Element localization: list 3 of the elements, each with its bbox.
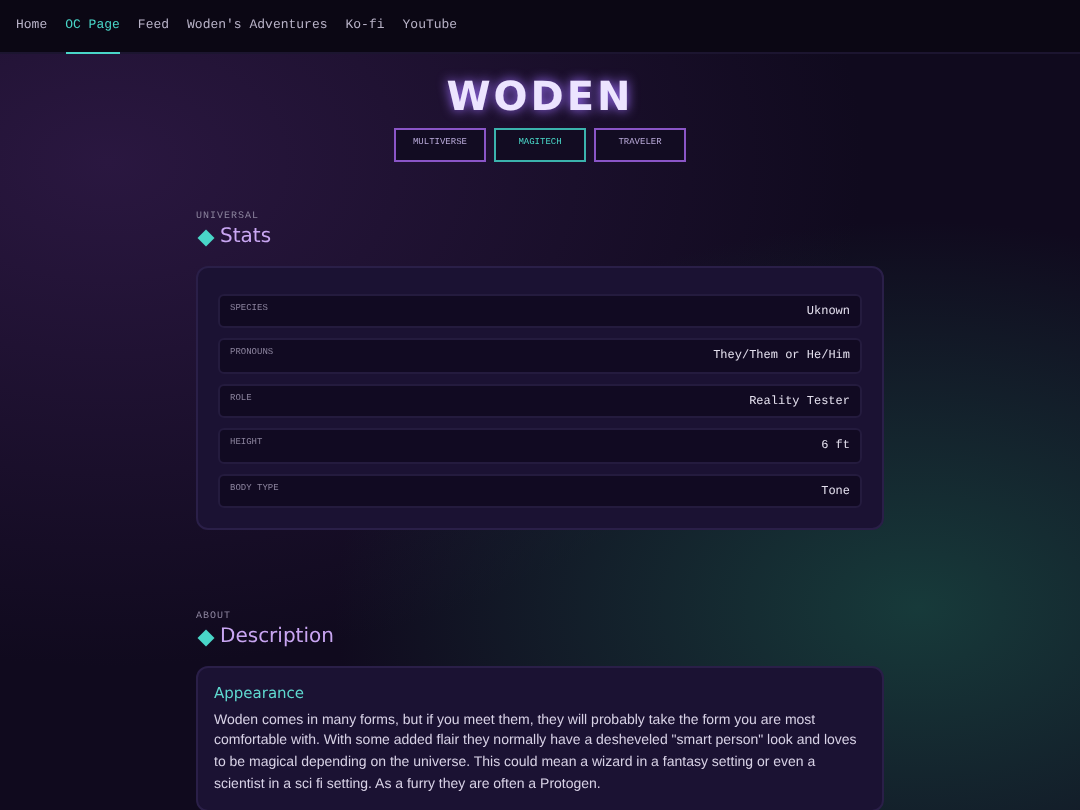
section-heading: Description bbox=[220, 625, 334, 649]
page-title: WODEN bbox=[446, 76, 634, 116]
section-heading: Stats bbox=[220, 225, 272, 249]
